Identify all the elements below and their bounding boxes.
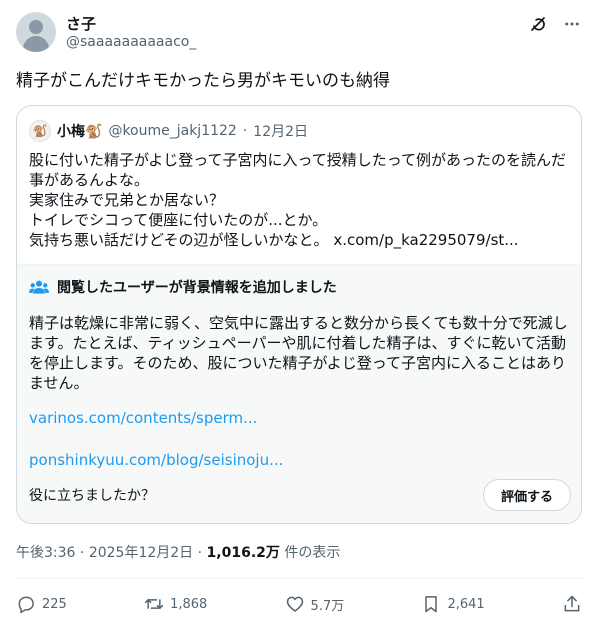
quoted-post-header: 🐒 小梅🐒 @koume_jakj1122 · 12月2日 [29,120,308,142]
like-count: 5.7万 [310,598,345,614]
like-icon [285,594,305,614]
quoted-line: 気持ち悪い話だけどその辺が怪しいかなと。 x.com/p_ka2295079/s… [29,231,519,249]
note-source-link[interactable]: ponshinkyuu.com/blog/seisinoju... [29,451,283,469]
quoted-line: 事があるんよな。 [29,171,150,189]
quoted-author-avatar[interactable]: 🐒 [29,120,51,142]
top-actions [528,14,582,34]
author-handle[interactable]: @saaaaaaaaaaco_ [66,34,196,50]
quoted-post-text: 股に付いた精子がよじ登って子宮内に入って授精したって例があったのを読んだ 事があ… [29,150,573,250]
helpful-question: 役に立ちましたか？ [29,488,155,504]
reply-count: 225 [42,596,67,612]
repost-icon [144,594,164,614]
author-name[interactable]: さ子 [66,13,96,34]
bookmark-button[interactable]: 2,641 [421,594,485,614]
post-date[interactable]: 2025年12月2日 [89,545,193,561]
post-text: 精子がこんだけキモかったら男がキモいのも納得 [16,71,390,91]
community-note: 閲覧したユーザーが背景情報を追加しました 精子は乾燥に非常に弱く、空気中に露出す… [17,264,581,523]
grok-icon[interactable] [528,14,548,34]
views-label: 件の表示 [284,545,341,561]
reply-button[interactable]: 225 [16,594,67,614]
author-avatar[interactable] [16,12,56,52]
rate-button[interactable]: 評価する [483,479,571,511]
quoted-line: トイレでシコって便座に付いたのが...とか。 [29,211,328,229]
bookmark-count: 2,641 [447,596,485,612]
repost-button[interactable]: 1,868 [144,594,207,614]
more-icon[interactable] [562,14,582,34]
people-icon [29,279,49,295]
quoted-post[interactable]: 🐒 小梅🐒 @koume_jakj1122 · 12月2日 股に付いた精子がよじ… [16,105,582,524]
bookmark-icon [421,594,441,614]
note-line: 精子は乾燥に非常に弱く、空気中に露出すると数分から長くても数十分で死滅し [29,314,568,332]
like-button[interactable]: 5.7万 [285,594,345,614]
note-line: ます。たとえば、ティッシュペーパーや肌に付着した精子は、すぐに乾いて活動 [29,334,567,352]
quoted-post-date[interactable]: 12月2日 [253,121,308,141]
reply-icon [16,594,36,614]
community-note-text: 精子は乾燥に非常に弱く、空気中に露出すると数分から長くても数十分で死滅し ます。… [29,313,575,393]
action-bar: 225 1,868 5.7万 2,641 [16,592,582,616]
share-icon [562,594,582,614]
divider [16,578,582,579]
repost-count: 1,868 [170,596,208,612]
views-count: 1,016.2万 [206,545,280,561]
quoted-post-link[interactable]: x.com/p_ka2295079/st... [333,231,518,249]
quoted-line: 股に付いた精子がよじ登って子宮内に入って授精したって例があったのを読んだ [29,151,567,169]
note-line: ません。 [29,374,89,392]
separator-dot: · [242,123,248,139]
quoted-author-name[interactable]: 小梅🐒 [57,121,102,141]
post-meta: 午後3:36 · 2025年12月2日 · 1,016.2万 件の表示 [16,545,341,561]
community-note-header: 閲覧したユーザーが背景情報を追加しました [29,277,337,297]
share-button[interactable] [562,594,582,614]
note-line: を停止します。そのため、股についた精子がよじ登って子宮内に入ることはあり [29,354,567,372]
community-note-title: 閲覧したユーザーが背景情報を追加しました [57,280,337,296]
note-source-link[interactable]: varinos.com/contents/sperm... [29,409,257,427]
quoted-author-handle[interactable]: @koume_jakj1122 [108,123,236,139]
quoted-line: 実家住みで兄弟とか居ない？ [29,191,225,209]
post-time[interactable]: 午後3:36 [16,545,75,561]
